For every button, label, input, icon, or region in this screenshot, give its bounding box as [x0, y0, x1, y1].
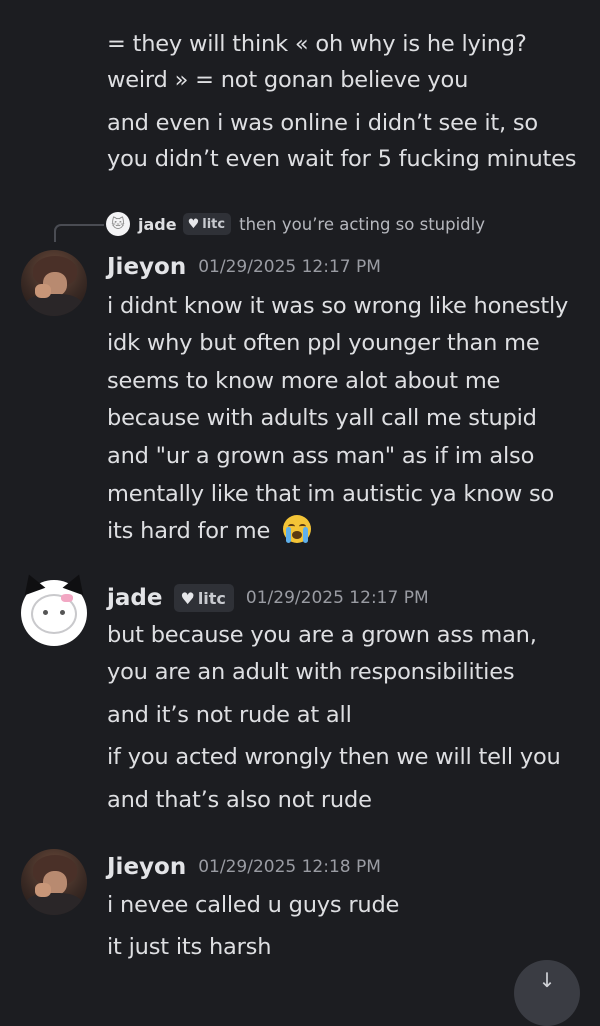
- message-line: and "ur a grown ass man" as if im also: [107, 443, 535, 469]
- message-line: = they will think « oh why is he lying?: [107, 31, 527, 57]
- message-line: it just its harsh: [107, 934, 272, 960]
- timestamp: 01/29/2025 12:17 PM: [245, 588, 429, 608]
- reply-username[interactable]: jade: [138, 215, 177, 234]
- message-line: because with adults yall call me stupid: [107, 405, 537, 431]
- message-text: its hard for me: [107, 518, 271, 544]
- avatar-hand: [35, 883, 51, 897]
- cat-eye: [60, 610, 65, 615]
- username[interactable]: Jieyon: [107, 854, 186, 880]
- heart-icon: ♥: [180, 588, 195, 608]
- scroll-down-button[interactable]: ↓: [514, 960, 580, 1026]
- cat-eye: [43, 610, 48, 615]
- message-line: weird » = not gonan believe you: [107, 67, 469, 93]
- message-line: idk why but often ppl younger than me: [107, 330, 540, 356]
- cat-ear-right: [62, 570, 90, 596]
- message-line: and it’s not rude at all: [107, 702, 352, 728]
- message-line: if you acted wrongly then we will tell y…: [107, 744, 561, 770]
- message-line-with-emoji: its hard for me: [107, 515, 312, 546]
- avatar-shirt: [25, 294, 83, 316]
- user-tag[interactable]: ♥ litc: [174, 584, 234, 612]
- heart-icon: ♥: [187, 216, 200, 232]
- message-line: i didnt know it was so wrong like honest…: [107, 293, 569, 319]
- reply-reference[interactable]: 🐱 jade ♥ litc then you’re acting so stup…: [106, 210, 485, 238]
- arrow-down-icon: ↓: [538, 968, 556, 992]
- username[interactable]: Jieyon: [107, 254, 186, 280]
- cat-ear-left: [18, 570, 46, 596]
- reply-user-tag[interactable]: ♥ litc: [182, 213, 232, 235]
- message-line: you didn’t even wait for 5 fucking minut…: [107, 146, 577, 172]
- cat-bow: [61, 594, 73, 602]
- avatar[interactable]: [21, 250, 87, 316]
- message-header: jade ♥ litc 01/29/2025 12:17 PM: [107, 584, 429, 612]
- message-line: and even i was online i didn’t see it, s…: [107, 110, 538, 136]
- message-line: seems to know more alot about me: [107, 368, 501, 394]
- message-line: but because you are a grown ass man,: [107, 622, 537, 648]
- message-header: Jieyon 01/29/2025 12:18 PM: [107, 854, 381, 880]
- message-line: mentally like that im autistic ya know s…: [107, 481, 555, 507]
- loudly-crying-face-icon[interactable]: [283, 515, 312, 543]
- message-header: Jieyon 01/29/2025 12:17 PM: [107, 254, 381, 280]
- avatar[interactable]: [21, 849, 87, 915]
- tag-label: litc: [197, 588, 226, 608]
- reply-preview-text[interactable]: then you’re acting so stupidly: [239, 215, 485, 234]
- message-line: and that’s also not rude: [107, 787, 372, 813]
- reply-tag-label: litc: [202, 216, 226, 232]
- message-line: you are an adult with responsibilities: [107, 659, 515, 685]
- avatar[interactable]: [18, 570, 90, 646]
- username[interactable]: jade: [107, 585, 162, 611]
- reply-avatar[interactable]: 🐱: [106, 212, 130, 236]
- message-line: i nevee called u guys rude: [107, 892, 400, 918]
- avatar-hand: [35, 284, 51, 298]
- timestamp: 01/29/2025 12:18 PM: [198, 857, 381, 877]
- reply-spine: [54, 224, 104, 242]
- avatar-shirt: [25, 893, 83, 915]
- timestamp: 01/29/2025 12:17 PM: [198, 257, 381, 277]
